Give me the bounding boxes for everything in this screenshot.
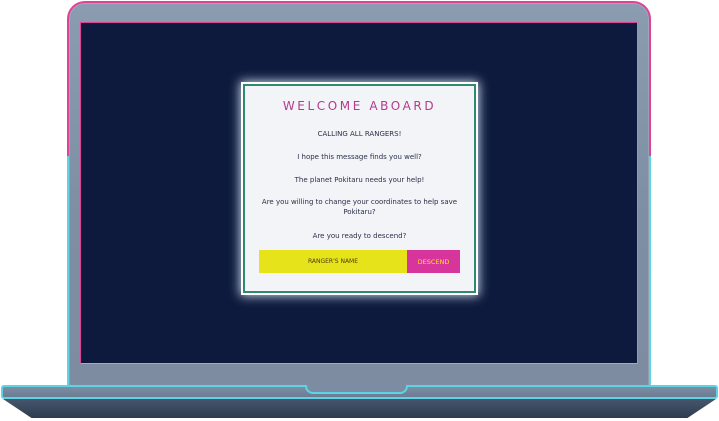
descend-button[interactable]: DESCEND bbox=[407, 250, 460, 273]
message-ready-to-descend: Are you ready to descend? bbox=[312, 232, 407, 240]
laptop-foot bbox=[3, 399, 716, 418]
dialog-title: WELCOME ABOARD bbox=[282, 99, 437, 113]
message-calling-rangers: CALLING ALL RANGERS! bbox=[317, 130, 402, 138]
message-greeting: I hope this message finds you well? bbox=[297, 153, 422, 161]
message-change-coordinates: Are you willing to change your coordinat… bbox=[261, 198, 458, 216]
message-planet-help: The planet Pokitaru needs your help! bbox=[294, 176, 425, 184]
laptop-notch bbox=[305, 385, 408, 394]
ranger-name-input[interactable] bbox=[259, 250, 407, 273]
welcome-dialog: WELCOME ABOARD CALLING ALL RANGERS! I ho… bbox=[243, 84, 476, 293]
